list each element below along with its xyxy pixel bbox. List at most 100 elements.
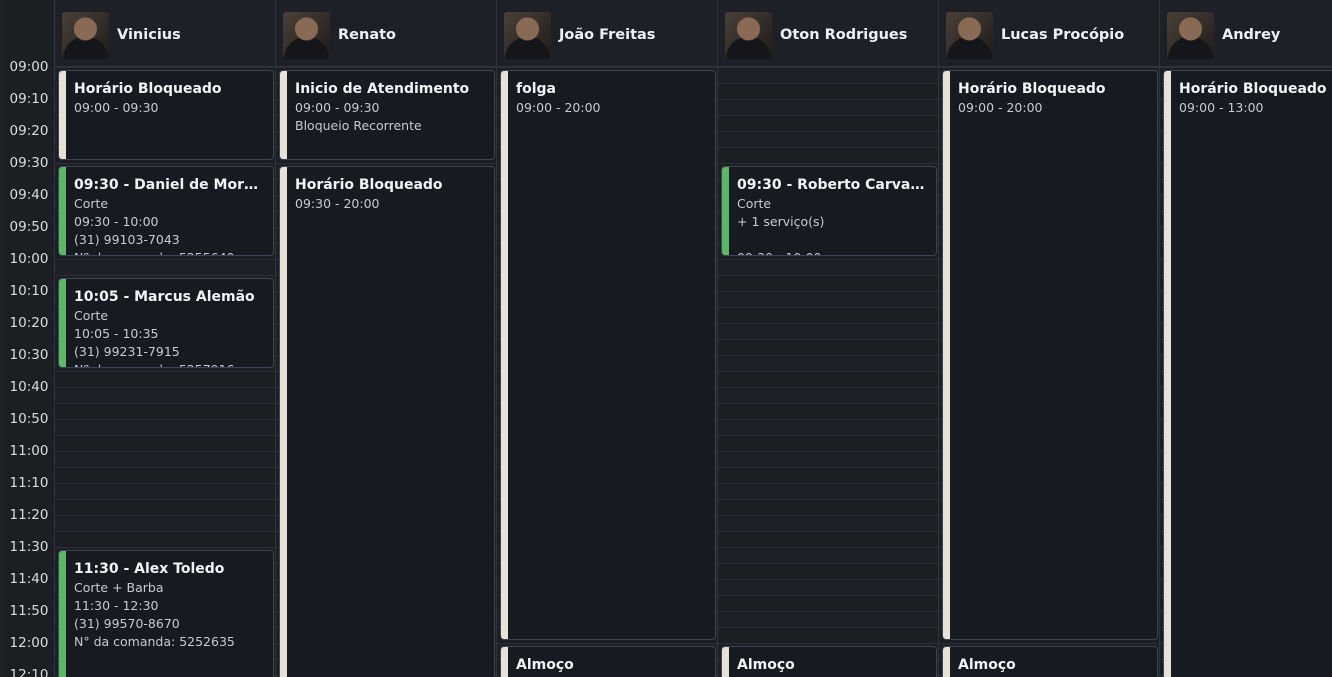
blocked-slot-card[interactable]: Horário Bloqueado 09:30 - 20:00 bbox=[279, 166, 495, 677]
time-label: 10:10 bbox=[9, 283, 49, 299]
professional-header[interactable]: Andrey bbox=[1160, 6, 1332, 67]
time-slot[interactable] bbox=[55, 515, 276, 531]
time-label: 09:10 bbox=[9, 91, 49, 107]
avatar bbox=[62, 12, 109, 59]
time-label: 11:40 bbox=[9, 571, 49, 587]
time-slot[interactable] bbox=[55, 467, 276, 483]
time-slot[interactable] bbox=[718, 307, 939, 323]
event-detail: 09:00 - 20:00 bbox=[958, 100, 1043, 115]
time-slot[interactable] bbox=[718, 595, 939, 611]
time-slot[interactable] bbox=[55, 499, 276, 515]
event-detail: 09:00 - 09:30 bbox=[74, 100, 159, 115]
professional-name: Oton Rodrigues bbox=[780, 27, 908, 43]
professional-header[interactable]: Oton Rodrigues bbox=[718, 6, 939, 67]
time-label: 11:50 bbox=[9, 603, 49, 619]
event-detail: 10:05 - 10:35 bbox=[74, 326, 159, 341]
professional-name: Renato bbox=[338, 27, 396, 43]
blocked-status-bar bbox=[943, 647, 950, 677]
time-label: 09:00 bbox=[9, 59, 49, 75]
time-slot[interactable] bbox=[718, 83, 939, 99]
schedule-calendar: 09:00 09:10 09:20 09:30 09:40 09:50 10:00 10:10… bbox=[0, 0, 1332, 677]
time-slot[interactable] bbox=[55, 387, 276, 403]
time-slot[interactable] bbox=[718, 259, 939, 275]
event-title: Horário Bloqueado bbox=[958, 81, 1106, 97]
blocked-slot-card[interactable]: folga 09:00 - 20:00 bbox=[500, 70, 716, 640]
time-slot[interactable] bbox=[718, 371, 939, 387]
event-title: Almoço bbox=[958, 657, 1016, 673]
time-slot[interactable] bbox=[718, 291, 939, 307]
event-title: Almoço bbox=[516, 657, 574, 673]
time-slot[interactable] bbox=[55, 259, 276, 275]
time-slot[interactable] bbox=[55, 371, 276, 387]
professional-header[interactable]: Renato bbox=[276, 6, 497, 67]
time-slot[interactable] bbox=[718, 627, 939, 643]
time-slot[interactable] bbox=[55, 435, 276, 451]
time-slot[interactable] bbox=[55, 531, 276, 547]
blocked-slot-card[interactable]: Inicio de Atendimento 09:00 - 09:30 Bloque… bbox=[279, 70, 495, 160]
event-detail bbox=[737, 231, 928, 249]
appointment-card[interactable]: 11:30 - Alex Toledo Corte + Barba 11:30 - … bbox=[58, 550, 274, 677]
event-detail: 09:00 - 20:00 bbox=[516, 100, 601, 115]
time-slot[interactable] bbox=[718, 563, 939, 579]
time-slot[interactable] bbox=[718, 499, 939, 515]
time-slot[interactable] bbox=[55, 419, 276, 435]
blocked-slot-card[interactable]: Almoço bbox=[500, 646, 716, 677]
column-vinicius: Vinicius Horário Bloqueado 09:00 - 09:30 09… bbox=[54, 0, 276, 677]
time-slot[interactable] bbox=[718, 531, 939, 547]
blocked-slot-card[interactable]: Horário Bloqueado 09:00 - 09:30 bbox=[58, 70, 274, 160]
time-slot[interactable] bbox=[718, 419, 939, 435]
time-slot[interactable] bbox=[55, 451, 276, 467]
time-slot[interactable] bbox=[718, 147, 939, 163]
blocked-slot-card[interactable]: Horário Bloqueado 09:00 - 13:00 bbox=[1163, 70, 1332, 677]
time-label: 11:10 bbox=[9, 475, 49, 491]
time-label: 09:50 bbox=[9, 219, 49, 235]
time-slot[interactable] bbox=[718, 467, 939, 483]
time-slot[interactable] bbox=[718, 515, 939, 531]
blocked-status-bar bbox=[722, 647, 729, 677]
blocked-slot-card[interactable]: Horário Bloqueado 09:00 - 20:00 bbox=[942, 70, 1158, 640]
event-detail: N° da comanda: 5252635 bbox=[74, 634, 235, 649]
appointment-card[interactable]: 09:30 - Daniel de Moraes Corte 09:30 - 10:… bbox=[58, 166, 274, 256]
time-slot[interactable] bbox=[718, 579, 939, 595]
column-renato: Renato Inicio de Atendimento 09:00 - 09:30… bbox=[275, 0, 497, 677]
blocked-status-bar bbox=[1164, 71, 1171, 677]
time-slot[interactable] bbox=[718, 115, 939, 131]
avatar bbox=[504, 12, 551, 59]
appointment-card[interactable]: 10:05 - Marcus Alemão Corte 10:05 - 10:35 (… bbox=[58, 278, 274, 368]
blocked-slot-card[interactable]: Almoço bbox=[942, 646, 1158, 677]
event-title: 09:30 - Daniel de Moraes bbox=[74, 177, 265, 193]
time-label: 10:50 bbox=[9, 411, 49, 427]
time-slot[interactable] bbox=[718, 451, 939, 467]
time-slot[interactable] bbox=[55, 483, 276, 499]
time-slot[interactable] bbox=[718, 131, 939, 147]
avatar bbox=[946, 12, 993, 59]
time-slot[interactable] bbox=[718, 483, 939, 499]
professional-header[interactable]: João Freitas bbox=[497, 6, 718, 67]
time-slot[interactable] bbox=[718, 275, 939, 291]
avatar bbox=[283, 12, 330, 59]
time-slot[interactable] bbox=[718, 403, 939, 419]
appointment-card[interactable]: 09:30 - Roberto Carvalho Corte + 1 serviço… bbox=[721, 166, 937, 256]
event-detail: (31) 99570-8670 bbox=[74, 616, 180, 631]
professional-header[interactable]: Vinicius bbox=[55, 6, 276, 67]
time-slot[interactable] bbox=[55, 403, 276, 419]
confirmed-status-bar bbox=[59, 279, 66, 367]
time-label: 12:10 bbox=[9, 667, 49, 677]
time-slot[interactable] bbox=[718, 323, 939, 339]
time-slot[interactable] bbox=[718, 99, 939, 115]
time-slot[interactable] bbox=[718, 339, 939, 355]
event-title: Horário Bloqueado bbox=[74, 81, 222, 97]
time-label: 10:20 bbox=[9, 315, 49, 331]
time-slot[interactable] bbox=[718, 547, 939, 563]
time-slot[interactable] bbox=[718, 67, 939, 83]
time-slot[interactable] bbox=[718, 387, 939, 403]
blocked-slot-card[interactable]: Almoço bbox=[721, 646, 937, 677]
professional-header[interactable]: Lucas Procópio bbox=[939, 6, 1160, 67]
time-slot[interactable] bbox=[718, 435, 939, 451]
time-slot[interactable] bbox=[718, 611, 939, 627]
time-slot[interactable] bbox=[718, 355, 939, 371]
event-title: 09:30 - Roberto Carvalho bbox=[737, 177, 928, 193]
event-detail: (31) 99231-7915 bbox=[74, 344, 180, 359]
event-title: Almoço bbox=[737, 657, 795, 673]
time-label: 11:30 bbox=[9, 539, 49, 555]
